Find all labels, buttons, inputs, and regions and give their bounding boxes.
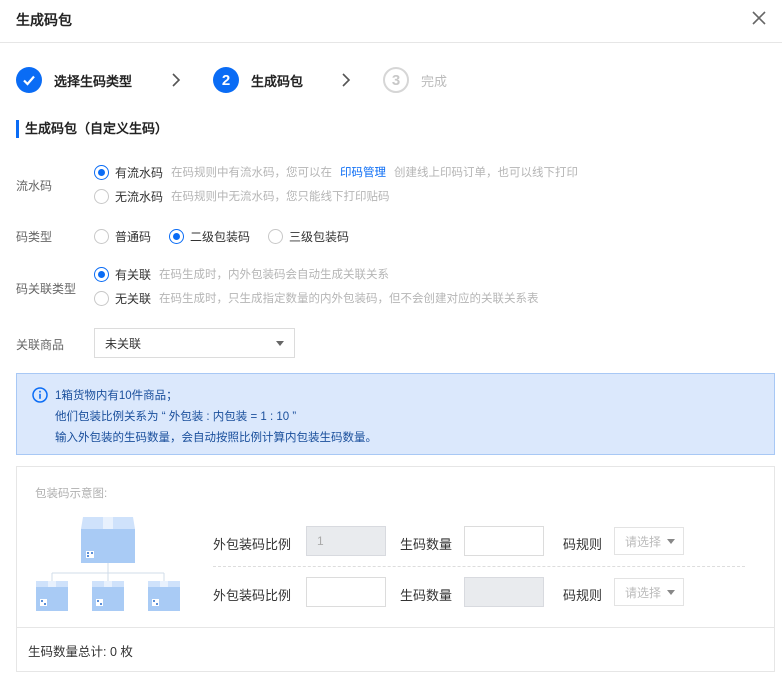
count-label: 生码数量 (400, 588, 453, 603)
step-label: 完成 (421, 73, 448, 89)
product-label: 关联商品 (16, 338, 65, 352)
product-select[interactable]: 未关联 (94, 328, 295, 358)
serial-option-yes[interactable]: 有流水码 在码规则中有流水码，您可以在 印码管理 创建线上印码订单，也可以线下打… (94, 163, 578, 181)
step-complete: 3 完成 (383, 66, 447, 94)
relation-option-yes[interactable]: 有关联 在码生成时，内外包装码会自动生成关联关系 (94, 265, 389, 283)
outer-rule-select[interactable]: 请选择 (614, 527, 684, 555)
chevron-right-icon (342, 73, 351, 87)
radio-label: 三级包装码 (289, 229, 350, 244)
notice-line: 1箱货物内有10件商品； (55, 390, 178, 402)
outer-ratio-input: 1 (306, 526, 386, 556)
outer-count-input[interactable] (464, 526, 544, 556)
step-generate: 2 生成码包 (213, 66, 303, 94)
radio-hint: 在码生成时，内外包装码会自动生成关联关系 (159, 269, 390, 281)
print-management-link[interactable]: 印码管理 (340, 164, 386, 180)
rule-placeholder: 请选择 (625, 534, 662, 549)
section-title: 生成码包（自定义生码） (16, 120, 168, 138)
product-select-value: 未关联 (105, 336, 142, 351)
radio-hint: 创建线上印码订单，也可以线下打印 (394, 167, 579, 179)
serial-label: 流水码 (16, 179, 53, 193)
step-number: 2 (213, 67, 239, 93)
total-count: 生码数量总计: 0 枚 (28, 645, 133, 659)
caret-down-icon (667, 539, 675, 544)
info-notice: 1箱货物内有10件商品； 他们包装比例关系为 “ 外包装 : 内包装 = 1 :… (16, 373, 775, 455)
inner-count-input (464, 577, 544, 607)
radio-label: 二级包装码 (190, 229, 251, 244)
check-icon (16, 67, 42, 93)
rule-placeholder: 请选择 (625, 585, 662, 600)
caret-down-icon (276, 341, 284, 346)
code-type-level3[interactable]: 三级包装码 (268, 228, 349, 245)
caret-down-icon (667, 590, 675, 595)
radio-button[interactable] (169, 228, 185, 244)
radio-label: 无流水码 (115, 189, 164, 204)
inner-box-icon (92, 581, 124, 611)
radio-label: 有关联 (115, 267, 152, 282)
step-label: 生成码包 (251, 73, 304, 89)
rule-label: 码规则 (563, 588, 603, 603)
relation-option-no[interactable]: 无关联 在码生成时，只生成指定数量的内外包装码，但不会创建对应的关联关系表 (94, 289, 539, 307)
radio-button[interactable] (94, 266, 109, 282)
step-number: 3 (383, 67, 409, 93)
inner-box-icon (36, 581, 68, 611)
dialog-title: 生成码包 (16, 12, 72, 28)
radio-label: 无关联 (115, 291, 152, 306)
package-hierarchy-illustration (36, 517, 180, 611)
radio-button[interactable] (94, 164, 109, 180)
radio-button[interactable] (268, 228, 284, 244)
code-type-level2[interactable]: 二级包装码 (169, 228, 250, 245)
code-type-normal[interactable]: 普通码 (94, 228, 151, 245)
radio-button[interactable] (94, 188, 109, 204)
diagram-caption: 包装码示意图: (35, 488, 108, 500)
inner-ratio-input[interactable] (306, 577, 386, 607)
rule-label: 码规则 (563, 537, 603, 552)
info-icon (32, 387, 48, 403)
notice-line: 输入外包装的生码数量，会自动按照比例计算内包装生码数量。 (55, 432, 377, 444)
count-label: 生码数量 (400, 537, 453, 552)
inner-box-icon (148, 581, 180, 611)
code-type-options: 普通码 二级包装码 三级包装码 (94, 227, 367, 245)
ratio-label: 外包装码比例 (213, 537, 292, 552)
stepper: 选择生码类型 2 生成码包 3 完成 (16, 66, 776, 94)
radio-label: 普通码 (115, 229, 152, 244)
close-icon[interactable] (750, 9, 768, 27)
step-select-type: 选择生码类型 (16, 66, 132, 94)
radio-hint: 在码规则中无流水码，您只能线下打印贴码 (171, 191, 390, 203)
radio-button[interactable] (94, 228, 109, 244)
footer-divider (17, 627, 774, 628)
radio-label: 有流水码 (115, 165, 164, 180)
radio-button[interactable] (94, 290, 109, 306)
dialog-header: 生成码包 (0, 0, 782, 43)
row-divider (213, 566, 745, 567)
packaging-diagram: 包装码示意图: 外包装码比例 1 生码数量 码规则 请选择 外包装码比例 生码数… (16, 466, 775, 672)
relation-label: 码关联类型 (16, 282, 77, 296)
chevron-right-icon (172, 73, 181, 87)
step-label: 选择生码类型 (54, 73, 133, 89)
code-type-label: 码类型 (16, 230, 53, 244)
notice-line: 他们包装比例关系为 “ 外包装 : 内包装 = 1 : 10 ” (55, 411, 297, 423)
serial-option-no[interactable]: 无流水码 在码规则中无流水码，您只能线下打印贴码 (94, 187, 390, 205)
outer-box-icon (81, 517, 135, 563)
radio-hint: 在码生成时，只生成指定数量的内外包装码，但不会创建对应的关联关系表 (159, 293, 539, 305)
inner-rule-select[interactable]: 请选择 (614, 578, 684, 606)
ratio-label: 外包装码比例 (213, 588, 292, 603)
radio-hint: 在码规则中有流水码，您可以在 (171, 167, 333, 179)
